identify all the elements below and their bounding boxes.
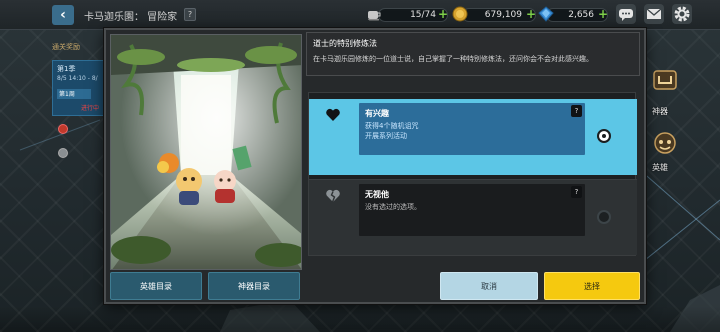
broken-heart-icon: [326, 189, 340, 203]
season-label: 第1季: [57, 65, 76, 73]
gem-add-button[interactable]: +: [598, 7, 608, 21]
mail-button[interactable]: [644, 4, 664, 24]
option-title: 无视他: [365, 190, 389, 199]
clear-reward-title: 通关奖励: [52, 43, 80, 51]
option-ignore[interactable]: 无视他 没有选过的选项。 ?: [309, 179, 637, 255]
option-card: 无视他 没有选过的选项。 ?: [359, 184, 585, 236]
gold-add-button[interactable]: +: [526, 7, 536, 21]
event-info-header: 道士的特别修炼法 在卡马迦乐园修炼的一位道士说，自己掌握了一种特别修炼法，还问你…: [306, 32, 640, 76]
temple-ruins-image: [111, 35, 301, 269]
gem-value: 2,656: [568, 10, 594, 20]
event-title: 道士的特别修炼法: [313, 39, 377, 48]
hero-label: 英雄: [652, 163, 668, 172]
status-dot-icon: [58, 148, 68, 158]
select-button[interactable]: 选择: [544, 272, 640, 300]
coffee-cup-icon: [367, 11, 381, 21]
option-effect: 开展系列活动: [365, 132, 407, 140]
artifact-list-button[interactable]: 神器目录: [208, 272, 300, 300]
bottom-map-edge: [0, 306, 720, 332]
options-panel: 有兴趣 获得4个随机诅咒 开展系列活动 ? 无视他 没有选过的选项。 ?: [308, 92, 637, 256]
gear-icon: [674, 6, 690, 22]
option-help-button[interactable]: ?: [571, 105, 582, 117]
option-interested[interactable]: 有兴趣 获得4个随机诅咒 开展系列活动 ?: [309, 99, 637, 175]
option-radio-unselected[interactable]: [597, 210, 611, 224]
stamina-add-button[interactable]: +: [438, 7, 448, 21]
option-card: 有兴趣 获得4个随机诅咒 开展系列活动 ?: [359, 103, 585, 155]
option-effect: 获得4个随机诅咒: [365, 122, 419, 130]
mail-icon: [646, 8, 662, 19]
stamina-value: 15/74: [410, 10, 436, 20]
week-label: 第1周: [57, 89, 91, 99]
event-illustration: [110, 34, 302, 270]
hero-list-button[interactable]: 英雄目录: [110, 272, 202, 300]
season-card[interactable]: 第1季 8/5 14:10 - 8/ 第1周 进行中: [52, 60, 110, 116]
stamina-resource: 15/74 +: [366, 6, 450, 24]
event-description: 在卡马迦乐园修炼的一位道士说，自己掌握了一种特别修炼法，还问你会不会对此感兴趣。: [313, 55, 593, 63]
artifact-label: 神器: [652, 107, 668, 116]
chat-button[interactable]: [616, 4, 636, 24]
option-effect: 没有选过的选项。: [365, 203, 421, 211]
hero-icon[interactable]: [650, 130, 680, 156]
gem-icon: [538, 6, 554, 22]
breadcrumb: 卡马迦乐園： 冒险家: [84, 12, 178, 23]
gold-coin-icon: [452, 6, 468, 22]
artifact-icon[interactable]: [650, 68, 680, 94]
chat-icon: [619, 9, 633, 21]
alert-dot-icon: [58, 124, 68, 134]
settings-button[interactable]: [672, 4, 692, 24]
gold-value: 679,109: [484, 10, 522, 20]
option-title: 有兴趣: [365, 109, 389, 118]
gem-resource: 2,656 +: [538, 6, 610, 24]
option-radio-selected[interactable]: [597, 129, 611, 143]
help-button[interactable]: ?: [184, 8, 196, 21]
heart-icon: [326, 108, 340, 121]
top-hud: ‹ 卡马迦乐園： 冒险家 ? 15/74 + 679,109 + 2,656 +: [0, 0, 720, 30]
event-dialog: 道士的特别修炼法 在卡马迦乐园修炼的一位道士说，自己掌握了一种特别修炼法，还问你…: [104, 28, 646, 304]
gold-resource: 679,109 +: [452, 6, 538, 24]
option-help-button[interactable]: ?: [571, 186, 582, 198]
season-period: 8/5 14:10 - 8/: [57, 75, 98, 82]
back-button[interactable]: ‹: [52, 5, 74, 25]
season-status: 进行中: [81, 105, 100, 112]
cancel-button[interactable]: 取消: [440, 272, 538, 300]
chevron-left-icon: ‹: [60, 7, 66, 23]
